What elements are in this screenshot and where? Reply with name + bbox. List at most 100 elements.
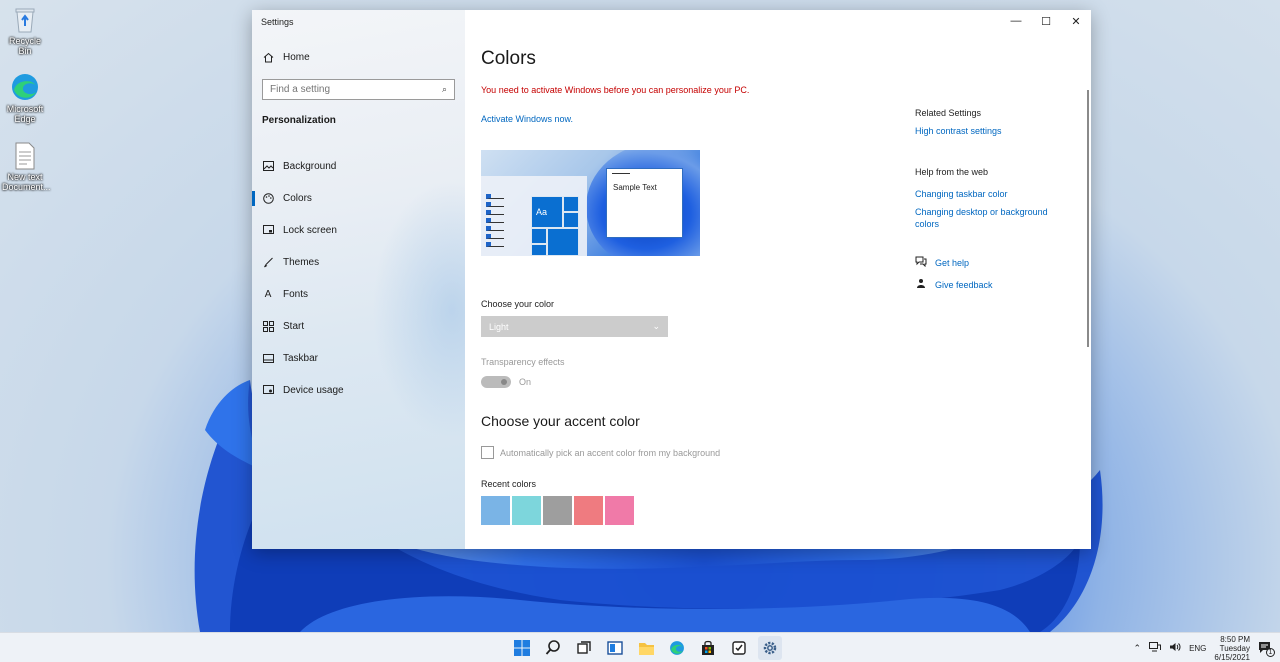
file-explorer-button[interactable] xyxy=(634,636,658,660)
sidebar-item-colors[interactable]: Colors xyxy=(252,182,465,214)
sidebar-item-label: Start xyxy=(283,320,305,332)
desktop-icon-recycle-bin[interactable]: Recycle Bin xyxy=(2,6,48,56)
font-icon: 𝖠 xyxy=(264,288,272,300)
related-settings-heading: Related Settings xyxy=(915,108,982,118)
activate-windows-link[interactable]: Activate Windows now. xyxy=(481,114,573,124)
desktop-icon-edge[interactable]: Microsoft Edge xyxy=(2,72,48,124)
help-heading: Help from the web xyxy=(915,167,989,177)
image-icon xyxy=(262,160,274,172)
maximize-button[interactable]: ☐ xyxy=(1031,10,1061,32)
clock[interactable]: 8:50 PM Tuesday 6/15/2021 xyxy=(1214,635,1250,662)
minimize-button[interactable]: — xyxy=(1001,10,1031,32)
desktop-icon-label: Microsoft Edge xyxy=(6,104,44,124)
brush-icon xyxy=(262,256,274,268)
give-feedback-link[interactable]: Give feedback xyxy=(915,278,1075,291)
color-swatch[interactable] xyxy=(605,496,634,525)
windows-start-icon xyxy=(514,640,530,656)
search-box[interactable]: ⌕ xyxy=(262,79,455,100)
notification-count: 1 xyxy=(1266,648,1275,657)
transparency-state: On xyxy=(519,377,532,387)
lock-screen-icon xyxy=(262,224,274,236)
todo-button[interactable] xyxy=(727,636,751,660)
choose-color-label: Choose your color xyxy=(481,299,555,309)
sidebar-item-start[interactable]: Start xyxy=(252,310,465,342)
sidebar-item-label: Lock screen xyxy=(283,224,337,236)
get-help-link[interactable]: Get help xyxy=(915,256,1075,269)
start-icon xyxy=(262,320,274,332)
search-icon[interactable]: ⌕ xyxy=(442,84,447,95)
system-tray: ⌃ ENG 8:50 PM Tuesday 6/15/2021 1 xyxy=(1134,633,1280,662)
transparency-label: Transparency effects xyxy=(481,357,565,367)
sidebar-item-taskbar[interactable]: Taskbar xyxy=(252,342,465,374)
task-view-button[interactable] xyxy=(572,636,596,660)
related-panel: Related Settings High contrast settings … xyxy=(915,108,1075,291)
device-icon xyxy=(262,384,274,396)
settings-button[interactable] xyxy=(758,636,782,660)
desktop-icon-label: Recycle Bin xyxy=(8,36,41,56)
sidebar-item-label: Themes xyxy=(283,256,320,268)
recent-colors-label: Recent colors xyxy=(481,479,537,489)
sidebar-item-label: Device usage xyxy=(283,384,344,396)
sidebar-item-home[interactable]: Home xyxy=(262,51,310,63)
language-indicator[interactable]: ENG xyxy=(1189,644,1206,653)
clock-date: 6/15/2021 xyxy=(1214,652,1250,662)
chat-help-icon xyxy=(915,256,927,269)
edge-icon xyxy=(670,641,684,655)
home-label: Home xyxy=(283,51,310,63)
volume-icon[interactable] xyxy=(1169,642,1181,654)
desktop-color-link[interactable]: Changing desktop or background colors xyxy=(915,206,1065,230)
settings-icon xyxy=(763,641,777,655)
scrollbar[interactable] xyxy=(1087,90,1089,347)
color-preview: Aa Sample Text xyxy=(481,150,700,256)
clock-time: 8:50 PM xyxy=(1220,634,1250,644)
home-icon xyxy=(262,51,274,63)
edge-button[interactable] xyxy=(665,636,689,660)
color-swatch[interactable] xyxy=(574,496,603,525)
taskbar-color-link[interactable]: Changing taskbar color xyxy=(915,188,1075,200)
auto-pick-checkbox[interactable] xyxy=(481,446,494,459)
preview-app-list xyxy=(486,194,504,250)
preview-tile-text: Aa xyxy=(536,207,548,217)
sidebar-nav: Background Colors Lock screen Themes 𝖠 F… xyxy=(252,150,465,406)
feedback-icon xyxy=(915,278,927,291)
desktop-icon-text-file[interactable]: New text Document... xyxy=(2,142,51,192)
sidebar: Settings Home ⌕ Personalization Backgrou… xyxy=(252,10,532,549)
taskbar-icon xyxy=(262,352,274,364)
activation-warning: You need to activate Windows before you … xyxy=(481,85,750,95)
text-file-icon xyxy=(15,142,35,170)
color-swatch[interactable] xyxy=(543,496,572,525)
start-button[interactable] xyxy=(510,636,534,660)
window-controls: — ☐ ✕ xyxy=(1001,10,1091,32)
sidebar-item-fonts[interactable]: 𝖠 Fonts xyxy=(252,278,465,310)
sidebar-item-label: Taskbar xyxy=(283,352,319,364)
sidebar-item-label: Background xyxy=(283,160,337,172)
chevron-up-icon[interactable]: ⌃ xyxy=(1134,643,1142,654)
sidebar-item-themes[interactable]: Themes xyxy=(252,246,465,278)
sidebar-item-device-usage[interactable]: Device usage xyxy=(252,374,465,406)
choose-color-value: Light xyxy=(489,321,509,332)
edge-icon xyxy=(12,74,38,100)
sidebar-item-background[interactable]: Background xyxy=(252,150,465,182)
sidebar-item-label: Fonts xyxy=(283,288,309,300)
task-view-icon xyxy=(577,641,591,654)
close-button[interactable]: ✕ xyxy=(1061,10,1091,32)
clock-day: Tuesday xyxy=(1219,643,1250,653)
store-button[interactable] xyxy=(696,636,720,660)
search-input[interactable] xyxy=(270,84,442,95)
color-swatch[interactable] xyxy=(481,496,510,525)
sidebar-item-lock-screen[interactable]: Lock screen xyxy=(252,214,465,246)
high-contrast-link[interactable]: High contrast settings xyxy=(915,125,1075,137)
choose-color-dropdown[interactable]: Light ⌄ xyxy=(481,316,668,337)
taskbar-search-button[interactable] xyxy=(541,636,565,660)
taskbar: ⌃ ENG 8:50 PM Tuesday 6/15/2021 1 xyxy=(0,632,1280,662)
network-icon[interactable] xyxy=(1149,642,1162,654)
widgets-button[interactable] xyxy=(603,636,627,660)
auto-pick-label: Automatically pick an accent color from … xyxy=(500,448,721,458)
taskbar-apps xyxy=(510,636,782,660)
notification-icon[interactable]: 1 xyxy=(1258,641,1275,657)
widgets-icon xyxy=(607,641,623,655)
settings-window: Settings Home ⌕ Personalization Backgrou… xyxy=(252,10,1091,549)
color-swatch[interactable] xyxy=(512,496,541,525)
recent-colors xyxy=(481,496,634,525)
transparency-toggle[interactable] xyxy=(481,376,511,388)
